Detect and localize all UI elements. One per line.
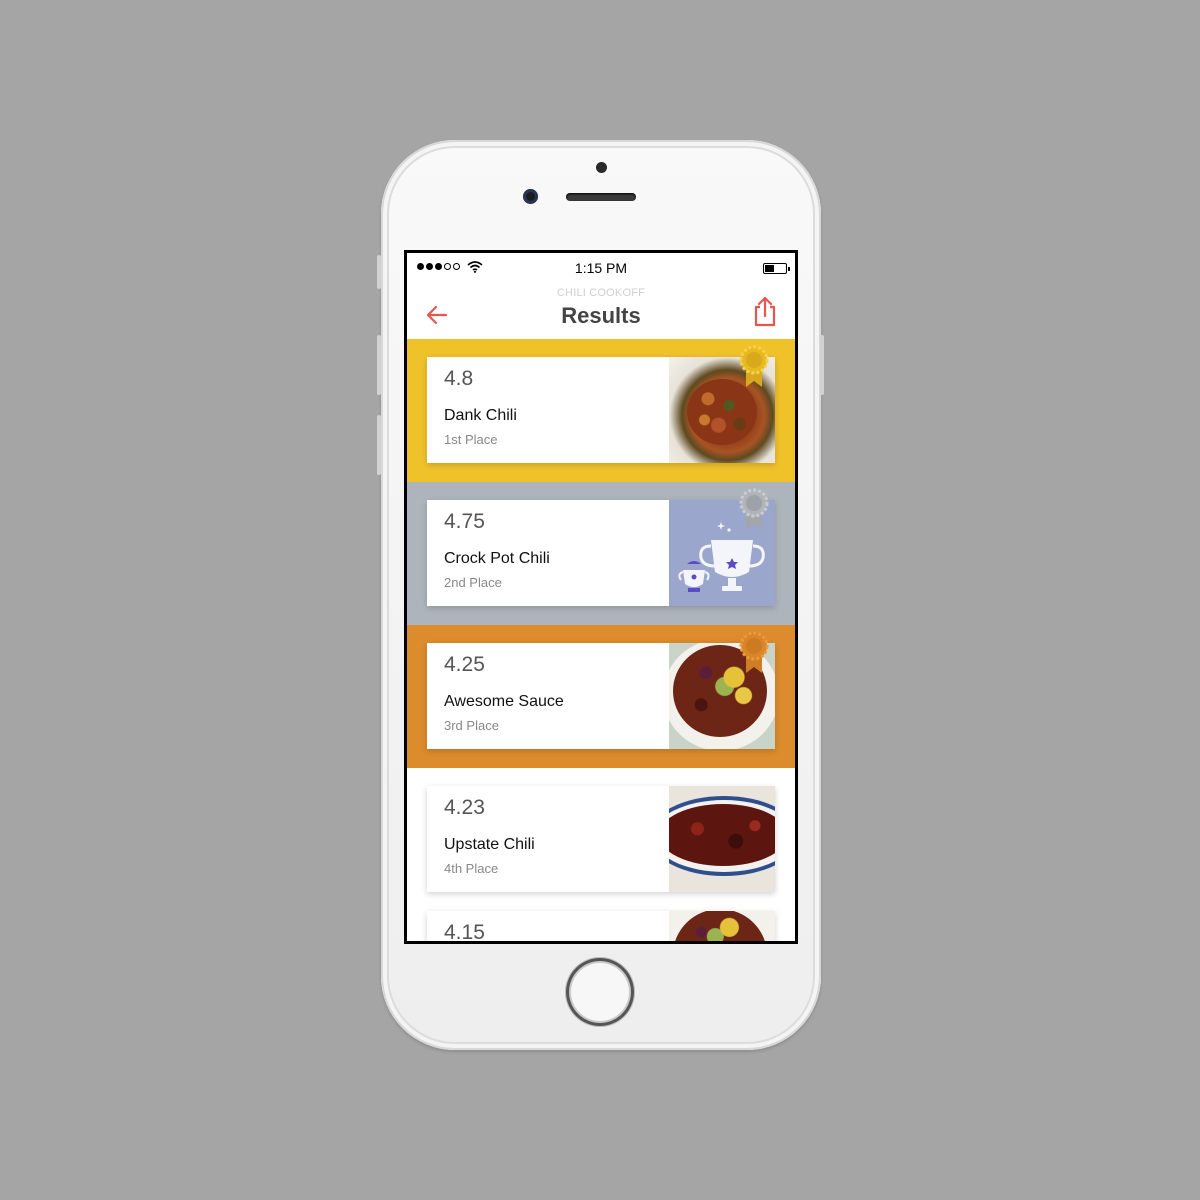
result-card-text: 4.25 Awesome Sauce 3rd Place (427, 643, 669, 749)
chili-with-toppings-photo (669, 911, 775, 941)
result-score: 4.8 (444, 367, 474, 390)
result-card[interactable]: 4.25 Awesome Sauce 3rd Place (427, 643, 775, 749)
home-button[interactable] (566, 958, 634, 1026)
nav-subtitle: CHILI COOKOFF (556, 287, 646, 299)
result-place: 3rd Place (444, 718, 499, 733)
chili-pot-photo (669, 786, 775, 892)
page-title: Results (561, 303, 641, 328)
result-row-2nd: 4.75 Crock Pot Chili 2nd Place (407, 482, 795, 625)
nav-bar: CHILI COOKOFF Results (407, 281, 795, 339)
result-row-4th: 4.23 Upstate Chili 4th Place (407, 768, 795, 911)
earpiece-speaker (566, 193, 636, 201)
battery-icon (763, 263, 790, 274)
status-bar: 1:15 PM (407, 253, 795, 281)
share-icon[interactable] (753, 295, 777, 327)
status-time: 1:15 PM (574, 260, 628, 276)
result-place: 4th Place (444, 861, 499, 876)
result-card[interactable]: 4.23 Upstate Chili 4th Place (427, 786, 775, 892)
power-button (820, 335, 824, 395)
volume-down-button (377, 415, 381, 475)
proximity-sensor (596, 162, 607, 173)
result-card-text: 4.23 Upstate Chili 4th Place (427, 786, 669, 892)
result-name: Awesome Sauce (444, 693, 564, 710)
result-card-text: 4.75 Crock Pot Chili 2nd Place (427, 500, 669, 606)
app-screen: 1:15 PM CHILI COOKOFF Results 4.8 Dank C… (407, 253, 795, 941)
screen: 1:15 PM CHILI COOKOFF Results 4.8 Dank C… (404, 250, 798, 944)
result-row-3rd: 4.25 Awesome Sauce 3rd Place (407, 625, 795, 768)
result-card-text: 4.8 Dank Chili 1st Place (427, 357, 669, 463)
result-name: Crock Pot Chili (444, 550, 550, 567)
result-score: 4.23 (444, 796, 485, 819)
results-list: 4.8 Dank Chili 1st Place 4.75 Crock Pot … (407, 339, 795, 941)
bronze-medal-icon (739, 631, 769, 673)
front-camera-icon (523, 189, 538, 204)
result-card[interactable]: 4.8 Dank Chili 1st Place (427, 357, 775, 463)
result-place: 1st Place (444, 432, 498, 447)
result-row-5th: 4.15 (407, 911, 795, 941)
result-row-1st: 4.8 Dank Chili 1st Place (407, 339, 795, 482)
result-score: 4.15 (444, 921, 485, 941)
result-name: Upstate Chili (444, 836, 535, 853)
result-place: 2nd Place (444, 575, 502, 590)
result-score: 4.25 (444, 653, 485, 676)
result-name: Dank Chili (444, 407, 517, 424)
silver-medal-icon (739, 488, 769, 530)
mute-switch (377, 255, 381, 289)
result-card[interactable]: 4.15 (427, 911, 775, 941)
gold-medal-icon (739, 345, 769, 387)
volume-up-button (377, 335, 381, 395)
result-score: 4.75 (444, 510, 485, 533)
result-card-text: 4.15 (427, 911, 669, 941)
result-card[interactable]: 4.75 Crock Pot Chili 2nd Place (427, 500, 775, 606)
